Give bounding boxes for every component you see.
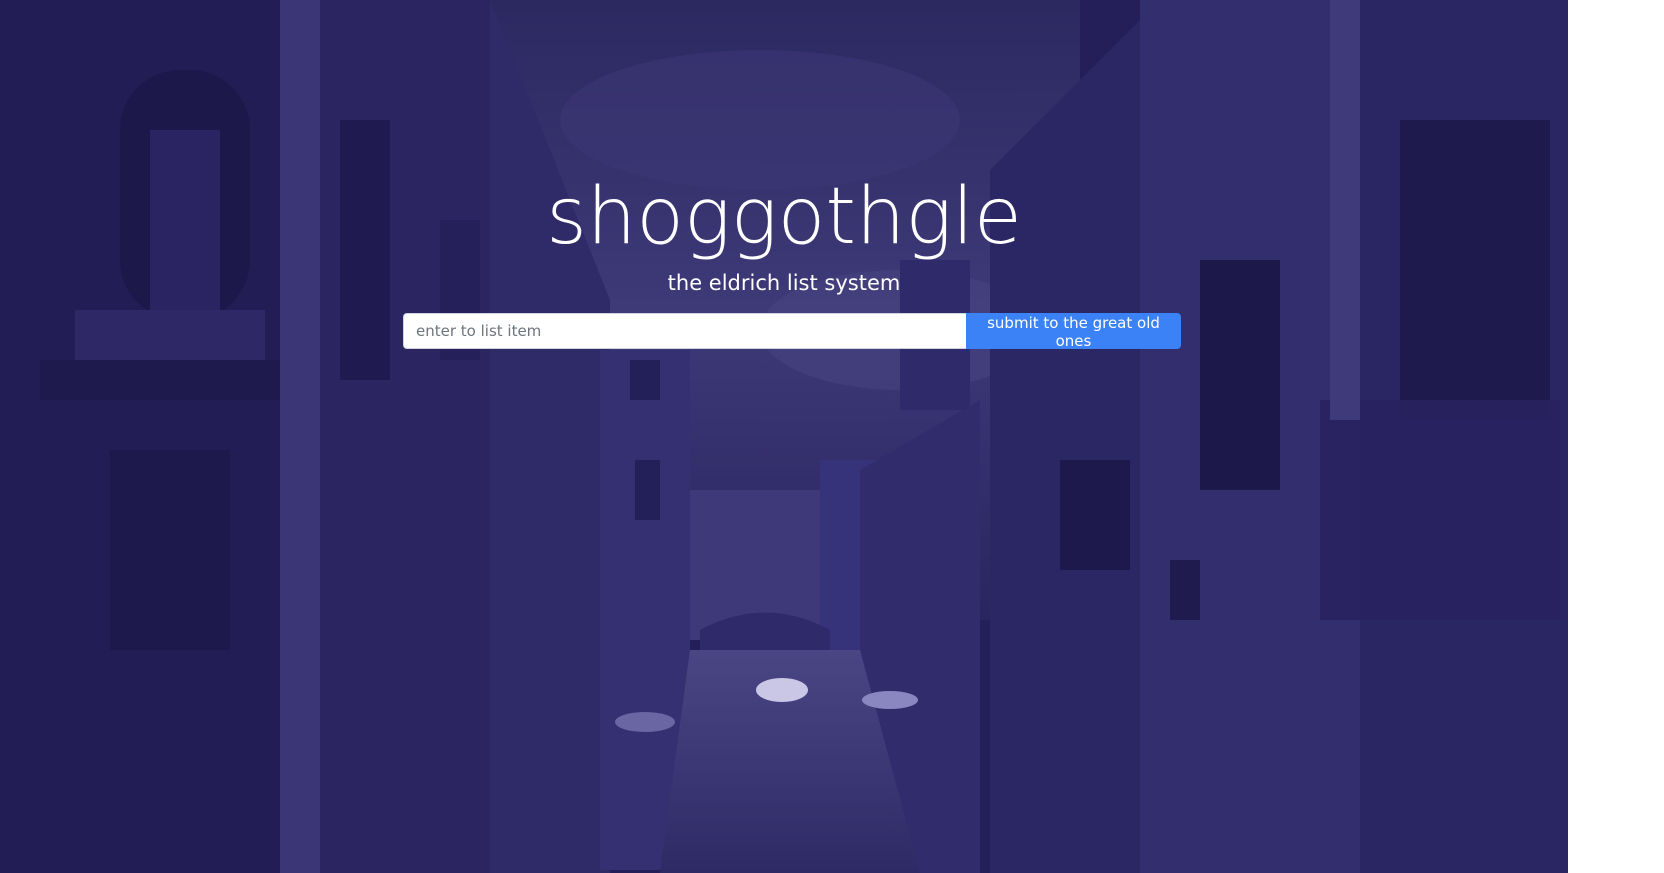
right-blank-margin — [1568, 0, 1664, 873]
list-item-form: submit to the great old ones — [403, 313, 1181, 350]
page-title: shoggothgle — [546, 172, 1022, 262]
background-photo — [0, 0, 1570, 873]
hero: shoggothgle the eldrich list system — [0, 172, 1568, 298]
submit-button[interactable]: submit to the great old ones — [966, 313, 1181, 350]
page-subtitle: the eldrich list system — [667, 271, 901, 295]
page: shoggothgle the eldrich list system subm… — [0, 0, 1664, 873]
list-item-input[interactable] — [403, 313, 966, 349]
